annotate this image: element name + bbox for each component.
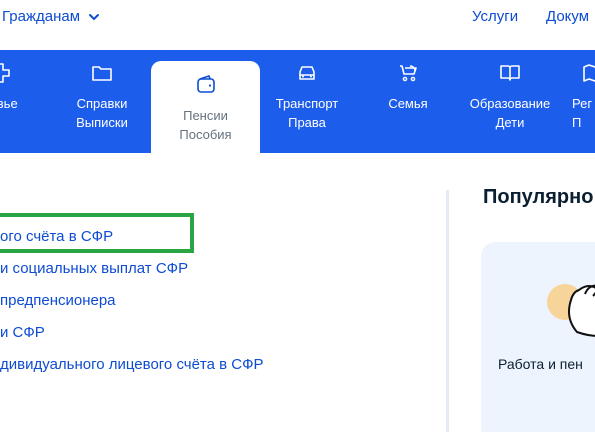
folder-icon xyxy=(92,66,112,81)
car-icon xyxy=(299,66,315,80)
nav-item-health[interactable]: ровье xyxy=(0,61,50,113)
documents-link[interactable]: Докум xyxy=(546,8,589,25)
list-item[interactable]: предпенсионера xyxy=(0,292,116,309)
health-cross-icon xyxy=(0,63,10,83)
list-item[interactable]: и СФР xyxy=(0,324,45,341)
highlight-box xyxy=(0,213,194,253)
popular-card[interactable]: Работа и пен xyxy=(481,242,595,432)
nav-item-label: Справки Выписки xyxy=(76,96,128,130)
services-link[interactable]: Услуги xyxy=(472,8,518,25)
nav-item-certificates[interactable]: Справки Выписки xyxy=(52,61,152,132)
card-title: Работа и пен xyxy=(498,356,583,372)
stroller-icon xyxy=(400,65,417,82)
column-divider xyxy=(446,190,449,432)
nav-item-label: Пенсии Пособия xyxy=(179,108,232,142)
chevron-down-icon xyxy=(89,13,100,20)
nav-item-family[interactable]: Семья xyxy=(358,61,458,113)
nav-item-region[interactable]: Рег П xyxy=(560,61,595,132)
nav-item-label: Семья xyxy=(388,96,428,111)
popular-title: Популярно xyxy=(483,186,594,208)
region-icon xyxy=(583,64,595,82)
purse-illustration xyxy=(547,284,595,337)
book-icon xyxy=(500,65,520,81)
top-bar: Гражданам Услуги Докум xyxy=(0,0,595,35)
nav-item-education[interactable]: Образование Дети xyxy=(460,61,560,132)
nav-item-transport[interactable]: Транспорт Права xyxy=(257,61,357,132)
list-item[interactable]: дивидуального лицевого счёта в СФР xyxy=(0,356,264,373)
audience-selector[interactable]: Гражданам xyxy=(2,8,100,25)
nav-item-label: Образование Дети xyxy=(469,96,551,130)
list-item[interactable]: и социальных выплат СФР xyxy=(0,260,188,277)
nav-item-label: Рег П xyxy=(572,96,593,130)
nav-item-label: Транспорт Права xyxy=(275,96,339,130)
wallet-icon xyxy=(196,75,215,93)
tab-pensions[interactable]: Пенсии Пособия xyxy=(151,61,260,153)
category-nav: ровье Справки Выписки Транспорт Права Се… xyxy=(0,50,595,153)
nav-item-label: ровье xyxy=(0,96,18,111)
audience-label: Гражданам xyxy=(2,8,81,25)
